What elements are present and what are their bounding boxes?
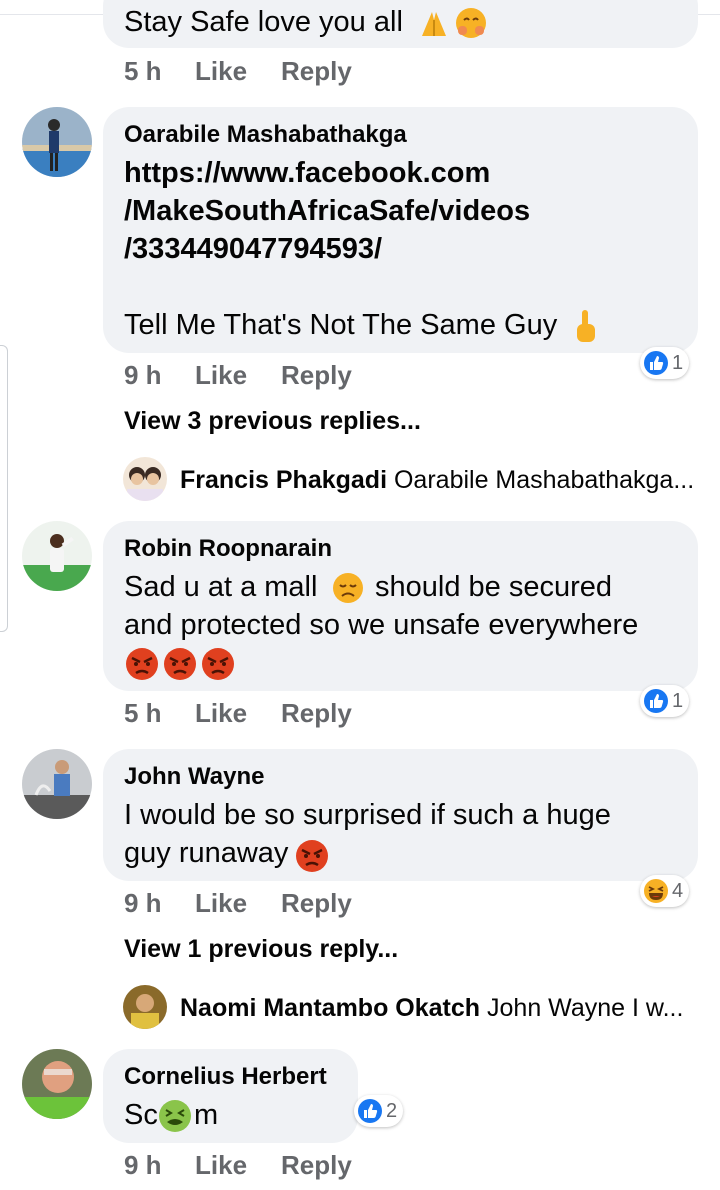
- angry-emoji-icon: [162, 646, 198, 682]
- reaction-number: 4: [672, 879, 684, 902]
- comment-time: 9 h: [124, 888, 162, 918]
- avatar[interactable]: [22, 749, 92, 819]
- comment-text: and protected so we unsafe everywhere: [124, 609, 639, 641]
- comment-text: Sad u at a mall: [124, 571, 318, 603]
- like-icon: [357, 1098, 383, 1124]
- reaction-count[interactable]: 2: [354, 1095, 404, 1127]
- comment-text: guy runaway: [124, 837, 289, 869]
- disappointed-emoji-icon: [331, 571, 365, 605]
- reply-button[interactable]: Reply: [281, 1150, 352, 1181]
- angry-emoji-icon: [200, 646, 236, 682]
- view-previous-replies[interactable]: View 3 previous replies...: [124, 407, 421, 436]
- comment-text: I would be so surprised if such a huge: [124, 799, 611, 831]
- like-icon: [643, 688, 669, 714]
- comment-link-line[interactable]: https://www.facebook.com: [124, 154, 490, 192]
- comment-text-end: m: [194, 1099, 219, 1131]
- comment-author[interactable]: John Wayne: [124, 763, 264, 791]
- reaction-number: 1: [672, 351, 684, 374]
- view-previous-replies[interactable]: View 1 previous reply...: [124, 935, 398, 964]
- reply-preview: John Wayne I w...: [487, 994, 684, 1022]
- comment-author[interactable]: Oarabile Mashabathakga: [124, 121, 407, 149]
- avatar[interactable]: [22, 107, 92, 177]
- avatar[interactable]: [22, 1049, 92, 1119]
- nauseated-emoji-icon: [157, 1098, 193, 1134]
- comment-text: Tell Me That's Not The Same Guy: [124, 309, 558, 341]
- comment-time: 9 h: [124, 360, 162, 390]
- comment-text-start: Sc: [124, 1099, 158, 1131]
- reply-button[interactable]: Reply: [281, 360, 352, 391]
- latest-reply[interactable]: Naomi Mantambo Okatch John Wayne I w...: [180, 994, 683, 1023]
- comment-link-line[interactable]: /MakeSouthAfricaSafe/videos: [124, 192, 530, 230]
- like-icon: [643, 350, 669, 376]
- comment-author[interactable]: Cornelius Herbert: [124, 1063, 327, 1091]
- reply-button[interactable]: Reply: [281, 56, 352, 87]
- reaction-number: 1: [672, 689, 684, 712]
- reply-author[interactable]: Naomi Mantambo Okatch: [180, 994, 480, 1022]
- like-button[interactable]: Like: [195, 888, 247, 919]
- reaction-count[interactable]: 1: [640, 685, 690, 717]
- scroll-edge: [0, 345, 8, 632]
- comment-text: should be secured: [375, 571, 612, 603]
- comment-author[interactable]: Robin Roopnarain: [124, 535, 332, 563]
- latest-reply[interactable]: Francis Phakgadi Oarabile Mashabathakga.…: [180, 466, 694, 495]
- hug-emoji-icon: [454, 6, 488, 40]
- reaction-number: 2: [386, 1099, 398, 1122]
- reply-button[interactable]: Reply: [281, 888, 352, 919]
- like-button[interactable]: Like: [195, 56, 247, 87]
- reaction-count[interactable]: 4: [640, 875, 690, 907]
- like-button[interactable]: Like: [195, 360, 247, 391]
- like-button[interactable]: Like: [195, 1150, 247, 1181]
- angry-emoji-icon: [124, 646, 160, 682]
- reaction-count[interactable]: 1: [640, 347, 690, 379]
- crossed-fingers-emoji-icon: [570, 308, 600, 344]
- comment-time: 5 h: [124, 56, 162, 86]
- comment-time: 9 h: [124, 1150, 162, 1180]
- pray-emoji-icon: [416, 8, 452, 38]
- haha-icon: [643, 878, 669, 904]
- like-button[interactable]: Like: [195, 698, 247, 729]
- comment-time: 5 h: [124, 698, 162, 728]
- comment-link-line[interactable]: /333449047794593/: [124, 230, 382, 268]
- avatar[interactable]: [123, 457, 167, 501]
- angry-emoji-icon: [294, 838, 330, 874]
- comment-text: Stay Safe love you all: [124, 6, 403, 38]
- avatar[interactable]: [123, 985, 167, 1029]
- reply-author[interactable]: Francis Phakgadi: [180, 466, 387, 494]
- reply-preview: Oarabile Mashabathakga...: [393, 466, 695, 494]
- avatar[interactable]: [22, 521, 92, 591]
- reply-button[interactable]: Reply: [281, 698, 352, 729]
